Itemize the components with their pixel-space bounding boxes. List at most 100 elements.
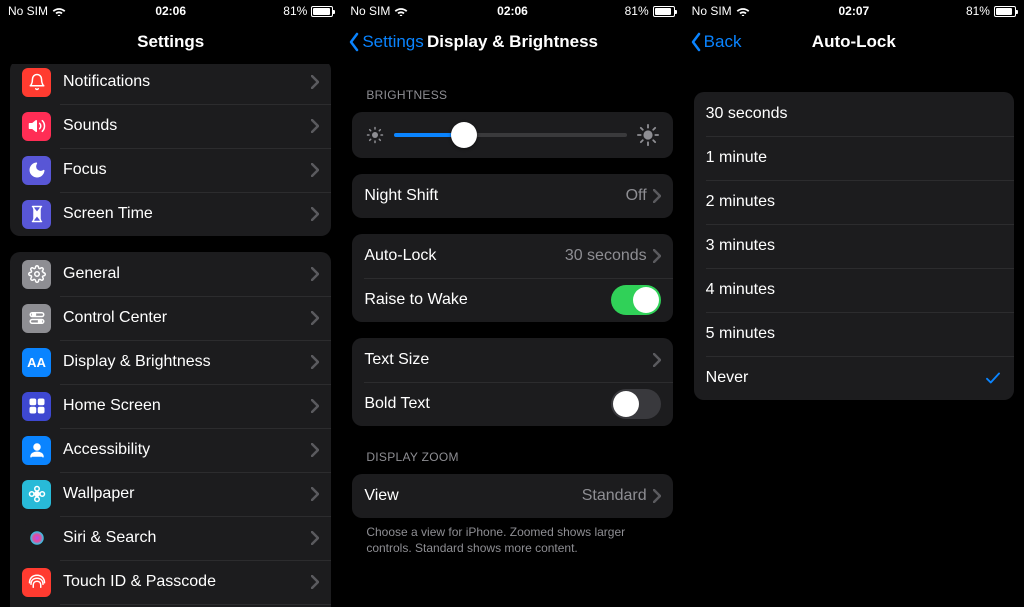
raise-to-wake-row[interactable]: Raise to Wake xyxy=(352,278,672,322)
auto-lock-option-3-minutes[interactable]: 3 minutes xyxy=(694,224,1014,268)
auto-lock-option-2-minutes[interactable]: 2 minutes xyxy=(694,180,1014,224)
night-shift-value: Off xyxy=(626,187,647,205)
chevron-right-icon xyxy=(653,189,661,203)
option-label: 5 minutes xyxy=(706,325,1002,343)
chevron-right-icon xyxy=(311,355,319,369)
settings-row-screen-time[interactable]: Screen Time xyxy=(10,192,331,236)
chevron-right-icon xyxy=(311,399,319,413)
text-size-label: Text Size xyxy=(364,351,652,369)
auto-lock-options-group: 30 seconds 1 minute 2 minutes 3 minutes 4 mi… xyxy=(694,92,1014,400)
row-label: Sounds xyxy=(63,117,311,135)
bold-text-label: Bold Text xyxy=(364,395,610,413)
bold-text-toggle[interactable] xyxy=(611,389,661,419)
raise-to-wake-label: Raise to Wake xyxy=(364,291,610,309)
check-icon xyxy=(984,369,1002,387)
chevron-right-icon xyxy=(311,531,319,545)
settings-row-wallpaper[interactable]: Wallpaper xyxy=(10,472,331,516)
nav-bar: Settings xyxy=(0,20,341,64)
sun-small-icon xyxy=(366,126,384,144)
view-value: Standard xyxy=(582,487,647,505)
auto-lock-value: 30 seconds xyxy=(565,247,647,265)
back-button[interactable]: Settings xyxy=(348,20,423,64)
auto-lock-option-never[interactable]: Never xyxy=(694,356,1014,400)
person-icon xyxy=(22,436,51,465)
row-label: Siri & Search xyxy=(63,529,311,547)
row-label: Focus xyxy=(63,161,311,179)
night-shift-row[interactable]: Night Shift Off xyxy=(352,174,672,218)
display-zoom-group: View Standard xyxy=(352,474,672,518)
status-bar: No SIM 02:06 81% xyxy=(0,2,341,20)
auto-lock-label: Auto-Lock xyxy=(364,247,564,265)
sun-large-icon xyxy=(637,124,659,146)
auto-lock-row[interactable]: Auto-Lock 30 seconds xyxy=(352,234,672,278)
chevron-left-icon xyxy=(348,32,360,52)
auto-lock-option-4-minutes[interactable]: 4 minutes xyxy=(694,268,1014,312)
status-bar: No SIM 02:07 81% xyxy=(684,2,1024,20)
chevron-right-icon xyxy=(311,575,319,589)
settings-row-accessibility[interactable]: Accessibility xyxy=(10,428,331,472)
grid-icon xyxy=(22,392,51,421)
status-bar: No SIM 02:06 81% xyxy=(342,2,682,20)
settings-row-general[interactable]: General xyxy=(10,252,331,296)
settings-row-sounds[interactable]: Sounds xyxy=(10,104,331,148)
text-size-row[interactable]: Text Size xyxy=(352,338,672,382)
auto-lock-option-5-minutes[interactable]: 5 minutes xyxy=(694,312,1014,356)
page-title: Display & Brightness xyxy=(427,32,598,52)
display-zoom-header: DISPLAY ZOOM xyxy=(366,450,672,464)
brightness-slider-row[interactable] xyxy=(352,112,672,158)
row-label: Notifications xyxy=(63,73,311,91)
night-shift-label: Night Shift xyxy=(364,187,625,205)
settings-row-notifications[interactable]: Notifications xyxy=(10,64,331,104)
chevron-right-icon xyxy=(311,75,319,89)
fingerprint-icon xyxy=(22,568,51,597)
hourglass-icon xyxy=(22,200,51,229)
chevron-right-icon xyxy=(311,443,319,457)
back-label: Settings xyxy=(362,32,423,52)
settings-row-home-screen[interactable]: Home Screen xyxy=(10,384,331,428)
view-row[interactable]: View Standard xyxy=(352,474,672,518)
chevron-right-icon xyxy=(311,207,319,221)
text-group: Text Size Bold Text xyxy=(352,338,672,426)
chevron-right-icon xyxy=(311,487,319,501)
option-label: 2 minutes xyxy=(706,193,1002,211)
settings-row-siri-search[interactable]: Siri & Search xyxy=(10,516,331,560)
raise-to-wake-toggle[interactable] xyxy=(611,285,661,315)
settings-row-display-brightness[interactable]: AADisplay & Brightness xyxy=(10,340,331,384)
chevron-right-icon xyxy=(653,353,661,367)
chevron-right-icon xyxy=(653,249,661,263)
auto-lock-option-1-minute[interactable]: 1 minute xyxy=(694,136,1014,180)
settings-row-touch-id-passcode[interactable]: Touch ID & Passcode xyxy=(10,560,331,604)
row-label: Accessibility xyxy=(63,441,311,459)
option-label: Never xyxy=(706,369,984,387)
bell-icon xyxy=(22,68,51,97)
brightness-slider[interactable] xyxy=(394,133,626,137)
siri-icon xyxy=(22,524,51,553)
row-label: Screen Time xyxy=(63,205,311,223)
status-time: 02:07 xyxy=(684,4,1024,18)
page-title: Settings xyxy=(137,32,204,52)
nav-bar: Settings Display & Brightness xyxy=(342,20,682,64)
brightness-group xyxy=(352,112,672,158)
row-label: Display & Brightness xyxy=(63,353,311,371)
option-label: 1 minute xyxy=(706,149,1002,167)
page-title: Auto-Lock xyxy=(812,32,896,52)
option-label: 30 seconds xyxy=(706,105,1002,123)
settings-row-control-center[interactable]: Control Center xyxy=(10,296,331,340)
back-label: Back xyxy=(704,32,742,52)
chevron-right-icon xyxy=(311,267,319,281)
moon-icon xyxy=(22,156,51,185)
chevron-right-icon xyxy=(311,163,319,177)
option-label: 4 minutes xyxy=(706,281,1002,299)
auto-lock-group: Auto-Lock 30 seconds Raise to Wake xyxy=(352,234,672,322)
settings-group-notifications: Notifications Sounds Focus Screen Time xyxy=(10,64,331,236)
back-button[interactable]: Back xyxy=(690,20,742,64)
settings-group-general: GeneralControl CenterAADisplay & Brightn… xyxy=(10,252,331,607)
chevron-right-icon xyxy=(653,489,661,503)
flower-icon xyxy=(22,480,51,509)
bold-text-row[interactable]: Bold Text xyxy=(352,382,672,426)
settings-row-focus[interactable]: Focus xyxy=(10,148,331,192)
battery-icon xyxy=(311,6,333,17)
auto-lock-option-30-seconds[interactable]: 30 seconds xyxy=(694,92,1014,136)
display-zoom-footer: Choose a view for iPhone. Zoomed shows l… xyxy=(366,524,658,556)
switches-icon xyxy=(22,304,51,333)
